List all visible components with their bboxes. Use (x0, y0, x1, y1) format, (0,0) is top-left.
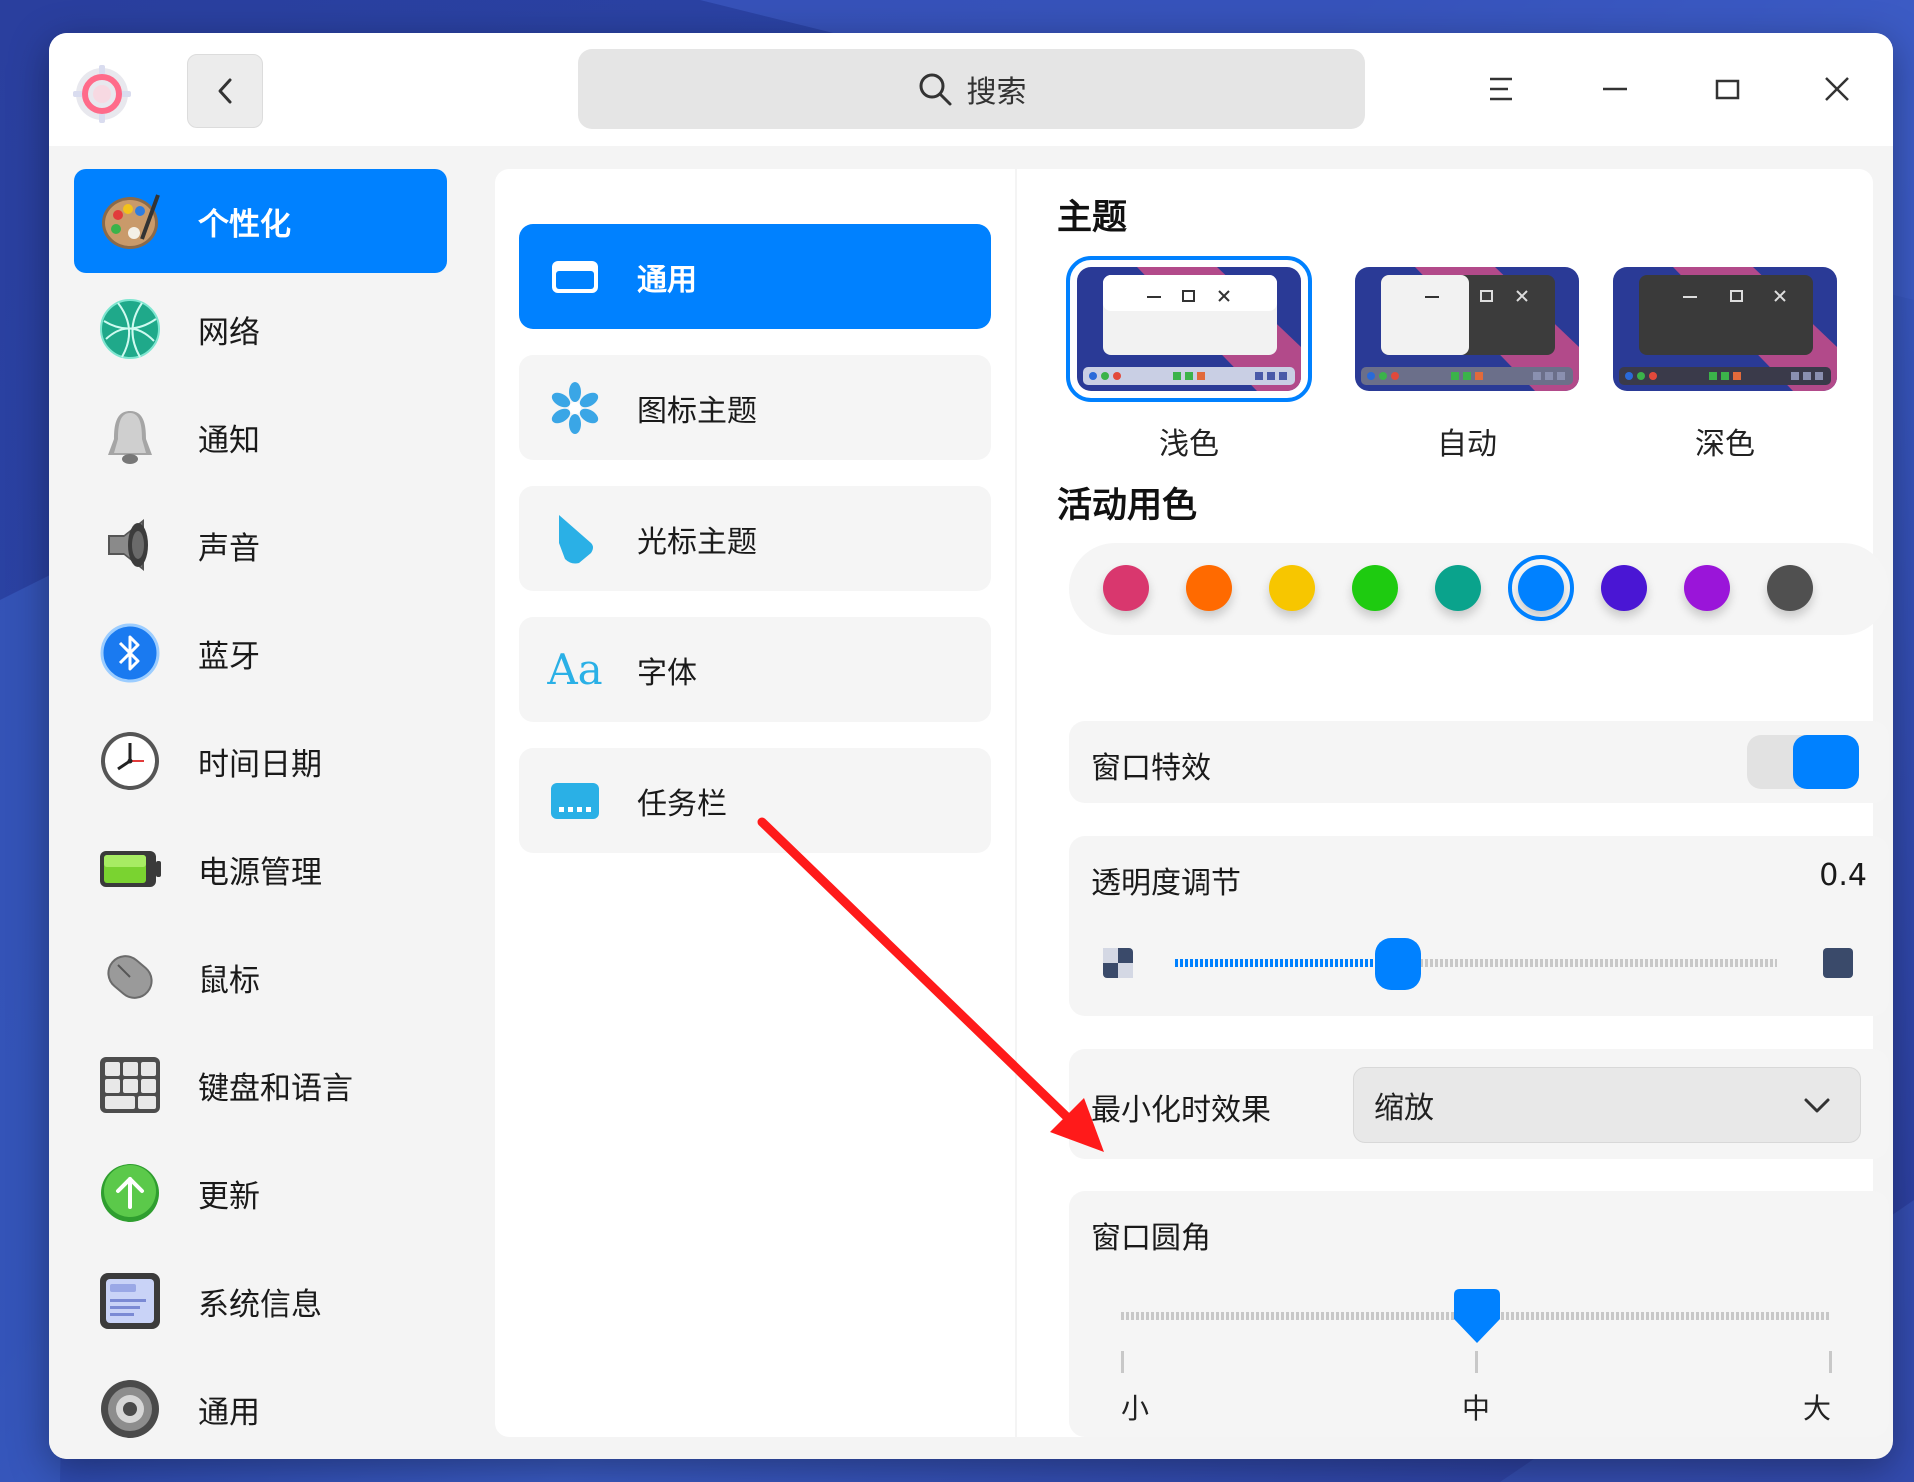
annotation-arrow (757, 817, 1104, 1152)
